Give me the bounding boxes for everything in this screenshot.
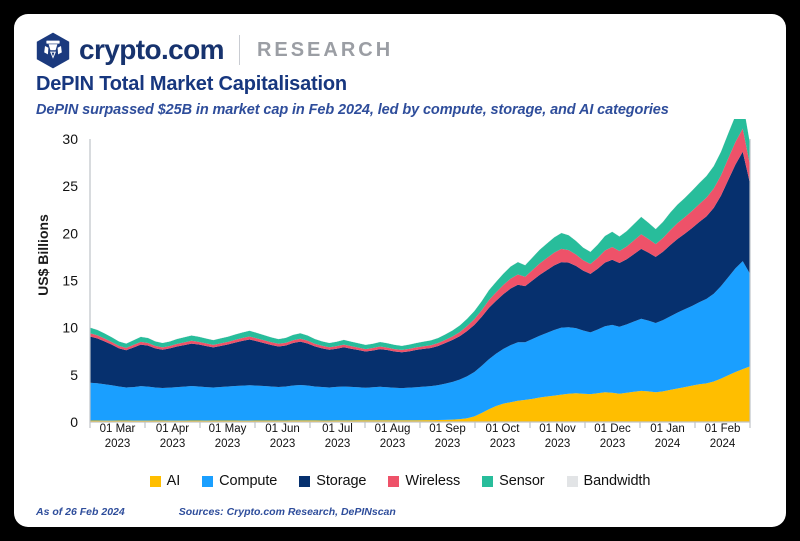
y-axis-tick-group: 051015202530: [62, 131, 78, 430]
y-axis-tick-label: 20: [62, 225, 78, 241]
x-tick-month: 01 Feb: [704, 423, 741, 435]
as-of-date: As of 26 Feb 2024: [36, 506, 125, 518]
x-axis-tick-label: 01 Feb 2024: [688, 422, 758, 451]
crypto-com-hexagon-logo-icon: [36, 32, 70, 68]
sources-note: Sources: Crypto.com Research, DePINscan: [178, 506, 396, 518]
legend-swatch-icon: [299, 475, 311, 487]
legend-swatch-icon: [482, 475, 494, 487]
brand-divider: [238, 35, 240, 65]
legend-label: Compute: [219, 473, 278, 489]
chart-plot-area: US$ Billions 0 5 10 15 20 25 30: [14, 119, 786, 439]
legend-item-bandwidth[interactable]: Bandwidth: [566, 473, 651, 489]
legend-item-storage[interactable]: Storage: [299, 473, 366, 489]
brand-division-label: RESEARCH: [256, 39, 394, 61]
y-axis-tick-label: 15: [62, 273, 78, 289]
x-tick-year: 2024: [709, 437, 736, 450]
area-series-group: [90, 119, 750, 422]
y-axis-tick-label: 10: [62, 320, 78, 336]
y-axis-tick-label: 30: [62, 131, 78, 147]
report-card: crypto.com RESEARCH DePIN Total Market C…: [14, 14, 786, 527]
legend-swatch-icon: [566, 475, 578, 487]
legend-item-ai[interactable]: AI: [149, 473, 181, 489]
legend-label: Storage: [316, 473, 367, 489]
legend-item-compute[interactable]: Compute: [202, 473, 277, 489]
legend-swatch-icon: [202, 475, 214, 487]
chart-legend: AI Compute Storage Wireless Sensor Bandwidth: [14, 469, 786, 493]
y-axis-tick-label: 25: [62, 178, 78, 194]
y-axis-tick-label: 5: [70, 367, 78, 383]
page-title: DePIN Total Market Capitalisation: [36, 73, 347, 95]
brand-bar: crypto.com RESEARCH: [36, 32, 393, 68]
page-subtitle: DePIN surpassed $25B in market cap in Fe…: [36, 102, 669, 118]
legend-item-sensor[interactable]: Sensor: [482, 473, 545, 489]
legend-item-wireless[interactable]: Wireless: [388, 473, 460, 489]
legend-label: Wireless: [405, 473, 461, 489]
legend-label: Sensor: [499, 473, 545, 489]
screenshot-frame: crypto.com RESEARCH DePIN Total Market C…: [0, 0, 800, 541]
x-axis-tick-labels: 01 Mar 2023 01 Apr 2023 01 May 2023 01 Jun 2023…: [14, 422, 786, 466]
legend-label: AI: [166, 473, 181, 489]
legend-swatch-icon: [388, 475, 400, 487]
brand-wordmark: crypto.com: [79, 34, 225, 65]
legend-label: Bandwidth: [583, 473, 651, 489]
footer: As of 26 Feb 2024 Sources: Crypto.com Re…: [36, 506, 396, 518]
legend-swatch-icon: [149, 475, 161, 487]
stacked-area-chart: 051015202530: [62, 119, 751, 430]
